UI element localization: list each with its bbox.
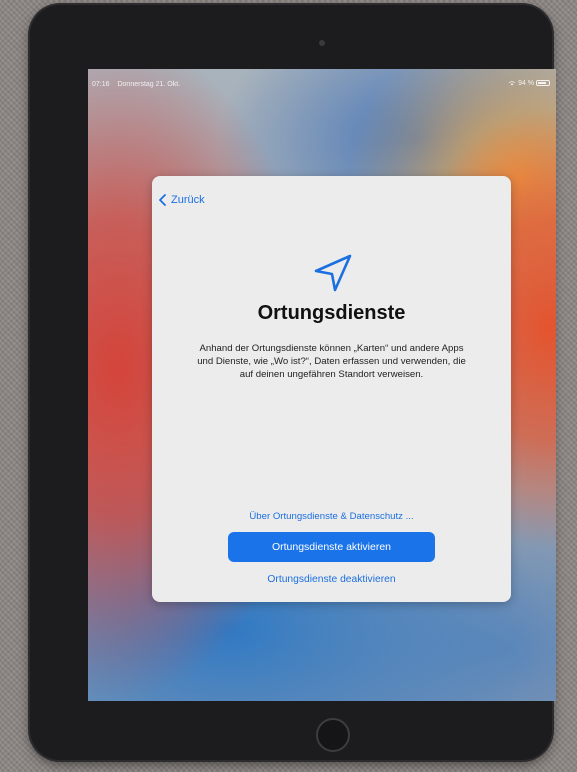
disable-location-link[interactable]: Ortungsdienste deaktivieren — [152, 574, 511, 585]
ipad-screen: 07:16 Donnerstag 21. Okt. 94 % Zurück Or… — [88, 69, 556, 701]
status-time: 07:16 — [92, 81, 110, 88]
status-indicators: 94 % — [508, 80, 550, 87]
front-camera — [319, 40, 325, 46]
home-button[interactable] — [316, 718, 350, 752]
back-label: Zurück — [171, 194, 205, 206]
status-time-date: 07:16 Donnerstag 21. Okt. — [92, 81, 186, 88]
status-date: Donnerstag 21. Okt. — [117, 81, 181, 88]
battery-percent: 94 % — [518, 80, 535, 87]
back-button[interactable]: Zurück — [152, 192, 211, 208]
location-arrow-icon — [314, 254, 352, 292]
privacy-info-link[interactable]: Über Ortungsdienste & Datenschutz ... — [152, 511, 511, 522]
page-description: Anhand der Ortungsdienste können „Karten… — [197, 343, 466, 380]
status-bar: 07:16 Donnerstag 21. Okt. 94 % — [88, 69, 556, 88]
wifi-icon — [509, 81, 516, 86]
location-services-sheet: Zurück Ortungsdienste Anhand der Ortungs… — [152, 176, 511, 602]
chevron-left-icon — [159, 194, 166, 206]
page-title: Ortungsdienste — [257, 302, 406, 324]
ipad-device: 07:16 Donnerstag 21. Okt. 94 % Zurück Or… — [30, 5, 556, 760]
enable-location-button[interactable]: Ortungsdienste aktivieren — [228, 532, 435, 562]
battery-icon — [536, 80, 550, 87]
